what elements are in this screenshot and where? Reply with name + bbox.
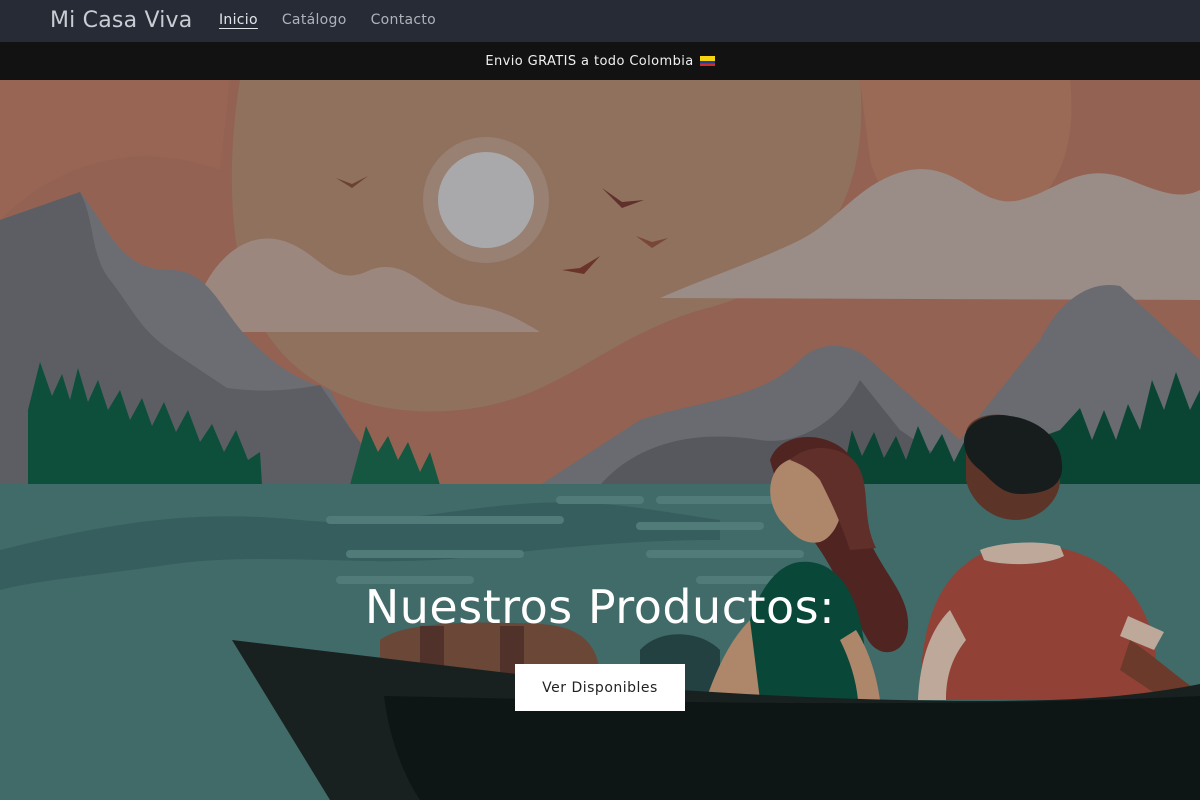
hero-title: Nuestros Productos: <box>364 580 836 634</box>
announcement-bar: Envio GRATIS a todo Colombia <box>0 42 1200 80</box>
hero-banner: Nuestros Productos: Ver Disponibles <box>0 80 1200 800</box>
nav-item-contacto[interactable]: Contacto <box>371 12 436 28</box>
site-logo[interactable]: Mi Casa Viva <box>50 8 192 33</box>
main-nav: Inicio Catálogo Contacto <box>219 12 436 28</box>
ver-disponibles-button[interactable]: Ver Disponibles <box>515 664 685 711</box>
colombia-flag-icon <box>699 56 715 66</box>
nav-item-inicio[interactable]: Inicio <box>219 12 258 28</box>
site-header: Mi Casa Viva Inicio Catálogo Contacto <box>0 0 1200 42</box>
nav-item-catalogo[interactable]: Catálogo <box>282 12 347 28</box>
announcement-text: Envio GRATIS a todo Colombia <box>485 53 694 69</box>
